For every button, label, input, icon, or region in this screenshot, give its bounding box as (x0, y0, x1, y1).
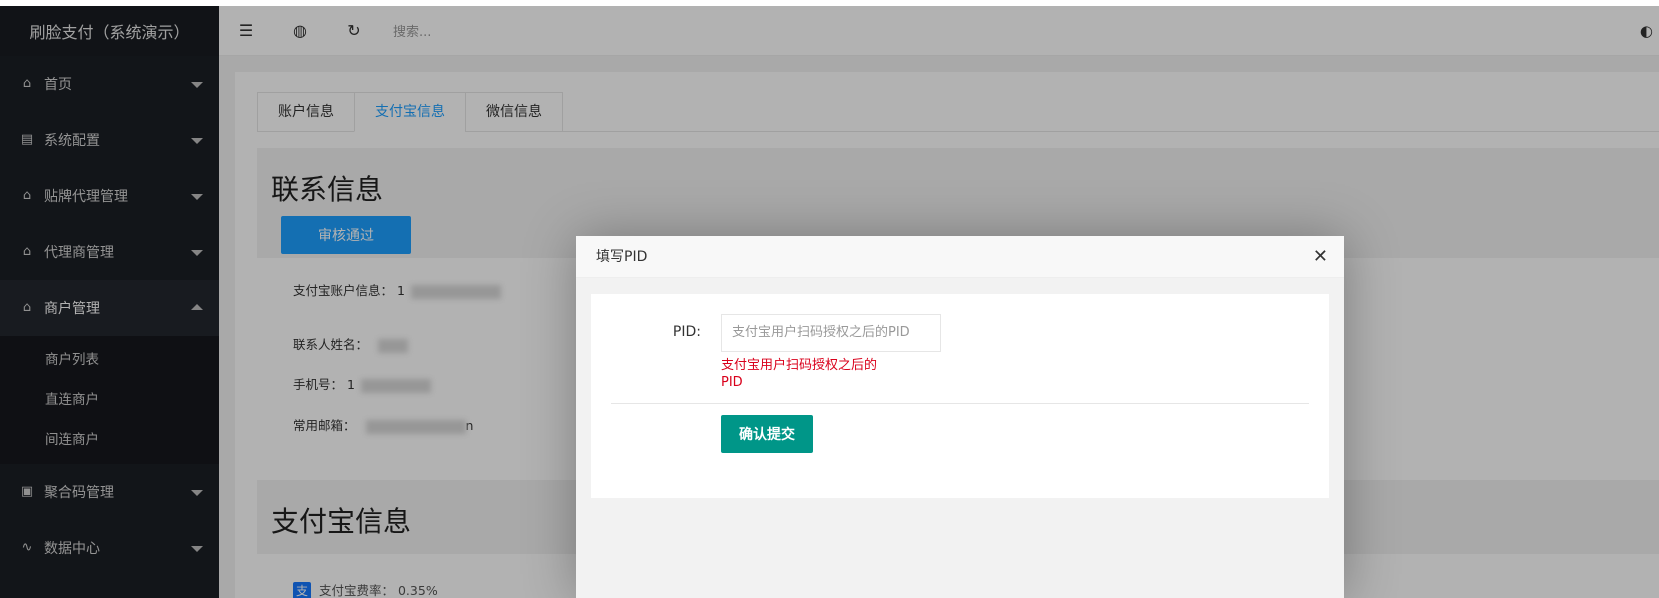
modal-title: 填写PID (596, 249, 648, 265)
pid-label: PID: (672, 324, 701, 340)
error-line: 支付宝用户扫码授权之后的 (721, 358, 878, 373)
modal-body: PID: 支付宝用户扫码授权之后的PID 支付宝用户扫码授权之后的 PID 确认… (591, 294, 1329, 498)
divider (611, 403, 1309, 404)
error-line: PID (721, 375, 743, 390)
close-icon[interactable]: ✕ (1313, 236, 1328, 278)
pid-modal: 填写PID ✕ PID: 支付宝用户扫码授权之后的PID 支付宝用户扫码授权之后… (576, 236, 1344, 598)
confirm-submit-button[interactable]: 确认提交 (721, 415, 813, 453)
pid-error-message: 支付宝用户扫码授权之后的 PID (721, 357, 911, 391)
modal-header: 填写PID ✕ (576, 236, 1344, 278)
pid-input[interactable]: 支付宝用户扫码授权之后的PID (721, 314, 941, 352)
